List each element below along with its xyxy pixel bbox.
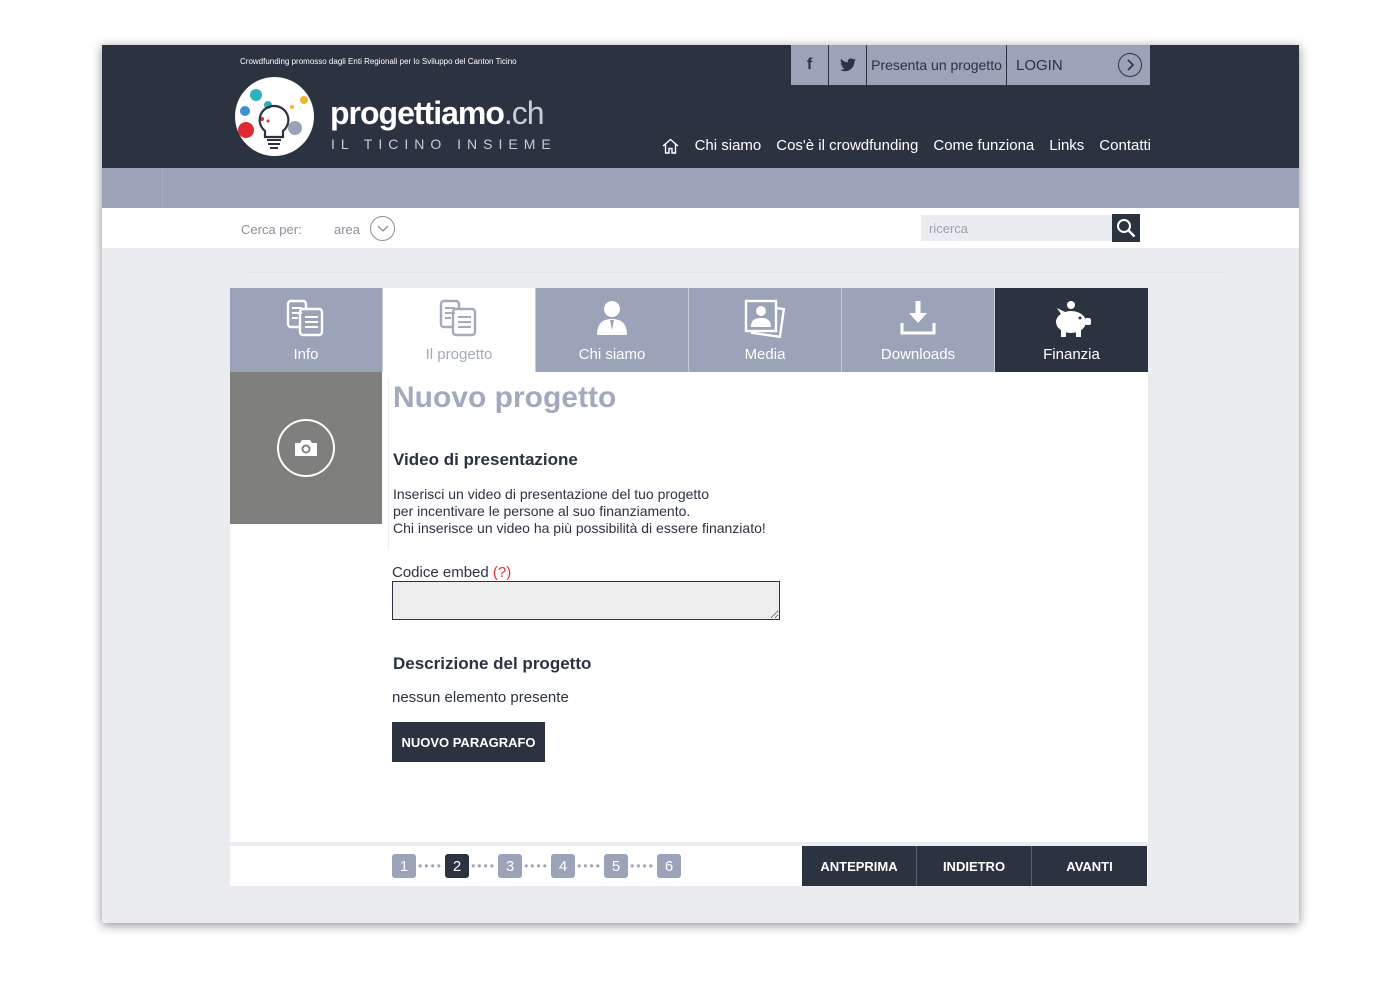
download-icon: [900, 299, 936, 341]
top-action-bar: f Presenta un progetto LOGIN: [791, 45, 1150, 85]
site-header: Crowdfunding promosso dagli Enti Regiona…: [102, 45, 1299, 168]
embed-code-textarea[interactable]: [392, 581, 780, 620]
person-icon: [595, 299, 629, 341]
tagline: Crowdfunding promosso dagli Enti Regiona…: [240, 57, 517, 66]
page-title: Nuovo progetto: [393, 381, 617, 414]
step-indicator: 1 •••• 2 •••• 3 •••• 4 •••• 5 •••• 6: [392, 854, 681, 878]
intro-line: Chi inserisce un video ha più possibilit…: [393, 520, 766, 536]
browser-page: Crowdfunding promosso dagli Enti Regiona…: [102, 45, 1299, 923]
step-dots: ••••: [524, 859, 549, 873]
tab-label: Info: [293, 346, 319, 363]
brand-subtitle: IL TICINO INSIEME: [331, 136, 557, 152]
step-4[interactable]: 4: [551, 854, 575, 878]
search-icon: [1117, 219, 1136, 238]
tab-label: Downloads: [880, 346, 956, 363]
tab-label: Media: [744, 346, 786, 363]
chevron-down-icon: [377, 225, 388, 232]
tab-finanzia[interactable]: Finanzia: [995, 288, 1148, 372]
lightbulb-logo-icon: [238, 89, 308, 149]
step-1[interactable]: 1: [392, 854, 416, 878]
header-band: [102, 168, 1299, 208]
presenta-progetto-button[interactable]: Presenta un progetto: [867, 45, 1007, 85]
wizard-footer: 1 •••• 2 •••• 3 •••• 4 •••• 5 •••• 6 ANT…: [230, 846, 1148, 886]
brand-main: progettiamo: [330, 95, 505, 131]
login-button[interactable]: LOGIN: [1007, 45, 1150, 85]
main-nav: Chi siamo Cos'è il crowdfunding Come fun…: [662, 137, 1151, 154]
embed-label-text: Codice embed: [392, 564, 489, 581]
area-filter-label[interactable]: area: [334, 222, 360, 237]
nav-links[interactable]: Links: [1049, 137, 1084, 154]
nav-chi-siamo[interactable]: Chi siamo: [695, 137, 762, 154]
search-input[interactable]: [921, 215, 1112, 241]
tab-media[interactable]: Media: [689, 288, 842, 372]
intro-line: Inserisci un video di presentazione del …: [393, 486, 709, 502]
twitter-button[interactable]: [829, 45, 867, 85]
preview-button[interactable]: ANTEPRIMA: [802, 846, 917, 886]
tab-label: Chi siamo: [578, 346, 646, 363]
photos-icon: [744, 299, 786, 341]
divider: [388, 378, 389, 550]
facebook-button[interactable]: f: [791, 45, 829, 85]
documents-icon: [286, 299, 326, 341]
tab-il-progetto[interactable]: Il progetto: [383, 288, 536, 372]
step-3[interactable]: 3: [498, 854, 522, 878]
tab-chi-siamo[interactable]: Chi siamo: [536, 288, 689, 372]
step-dots: ••••: [418, 859, 443, 873]
project-tabs: Info Il progetto Chi siamo Media Downloa…: [230, 288, 1148, 372]
tab-info[interactable]: Info: [230, 288, 383, 372]
documents-icon: [439, 299, 479, 341]
tab-downloads[interactable]: Downloads: [842, 288, 995, 372]
empty-state-text: nessun elemento presente: [392, 689, 569, 706]
tab-label: Finanzia: [1043, 346, 1100, 363]
area-dropdown-button[interactable]: [370, 216, 395, 241]
brand-name[interactable]: progettiamo.ch: [330, 95, 545, 132]
cerca-label: Cerca per:: [241, 222, 302, 237]
intro-line: per incentivare le persone al suo finanz…: [393, 503, 691, 519]
step-dots: ••••: [471, 859, 496, 873]
step-6[interactable]: 6: [657, 854, 681, 878]
twitter-icon: [839, 58, 856, 72]
next-button[interactable]: AVANTI: [1032, 846, 1147, 886]
brand-suffix: .ch: [503, 95, 545, 131]
new-paragraph-button[interactable]: NUOVO PARAGRAFO: [392, 722, 545, 762]
search-button[interactable]: [1112, 214, 1140, 242]
description-heading: Descrizione del progetto: [393, 654, 592, 673]
piggy-bank-icon: [1051, 299, 1093, 341]
nav-contatti[interactable]: Contatti: [1099, 137, 1151, 154]
step-dots: ••••: [577, 859, 602, 873]
logo[interactable]: [235, 77, 314, 156]
nav-crowdfunding[interactable]: Cos'è il crowdfunding: [776, 137, 918, 154]
video-intro: Inserisci un video di presentazione del …: [393, 486, 766, 537]
wizard-actions: ANTEPRIMA INDIETRO AVANTI: [802, 846, 1147, 886]
step-dots: ••••: [630, 859, 655, 873]
project-editor: Nuovo progetto Video di presentazione In…: [230, 372, 1148, 842]
embed-label: Codice embed (?): [392, 564, 511, 581]
login-label: LOGIN: [1016, 56, 1063, 74]
video-heading: Video di presentazione: [393, 450, 578, 469]
back-button[interactable]: INDIETRO: [917, 846, 1032, 886]
nav-come-funziona[interactable]: Come funziona: [933, 137, 1034, 154]
home-icon[interactable]: [662, 138, 679, 154]
step-5[interactable]: 5: [604, 854, 628, 878]
camera-icon: [277, 419, 335, 477]
step-2[interactable]: 2: [445, 854, 469, 878]
cover-photo-upload[interactable]: [230, 372, 382, 524]
separator: [247, 272, 1225, 273]
facebook-icon: f: [806, 56, 813, 73]
embed-help-link[interactable]: (?): [493, 564, 511, 581]
chevron-right-icon: [1118, 53, 1142, 77]
tab-label: Il progetto: [425, 346, 493, 363]
search-bar: Cerca per: area: [102, 208, 1299, 248]
